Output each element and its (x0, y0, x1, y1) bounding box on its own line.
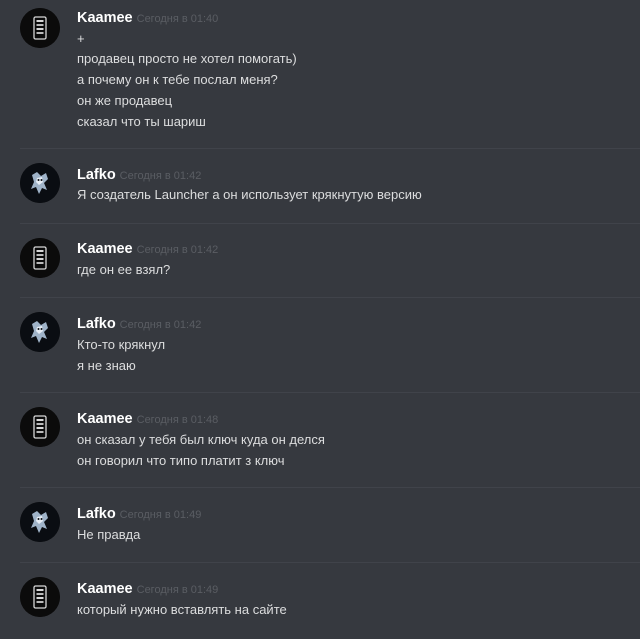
message-divider (20, 148, 640, 149)
lafko-avatar[interactable] (20, 312, 60, 352)
kaamee-avatar[interactable] (20, 8, 60, 48)
message-text: Кто-то крякнул (77, 337, 166, 352)
kaamee-avatar[interactable] (20, 238, 60, 278)
timestamp: Сегодня в 01:40 (136, 13, 219, 25)
message-divider (20, 297, 640, 298)
lafko-avatar[interactable] (20, 502, 60, 542)
message-divider (20, 562, 640, 563)
username[interactable]: Kaamee (77, 411, 133, 427)
message-text: + (77, 31, 85, 46)
timestamp: Сегодня в 01:49 (136, 584, 219, 596)
kaamee-avatar[interactable] (20, 407, 60, 447)
message-text: который нужно вставлять на сайте (77, 602, 287, 617)
message-text: он сказал у тебя был ключ куда он делся (77, 432, 325, 447)
kaamee-avatar[interactable] (20, 577, 60, 617)
timestamp: Сегодня в 01:42 (136, 244, 219, 256)
message-header: Lafko Сегодня в 01:42 (77, 315, 201, 335)
message-divider (20, 392, 640, 393)
message-header: Lafko Сегодня в 01:49 (77, 505, 201, 525)
lafko-avatar[interactable] (20, 163, 60, 203)
message-divider (20, 223, 640, 224)
message-header: Kaamee Сегодня в 01:48 (77, 410, 218, 430)
timestamp: Сегодня в 01:42 (119, 170, 202, 182)
message-text: он же продавец (77, 93, 173, 108)
message-header: Kaamee Сегодня в 01:40 (77, 9, 218, 29)
message-text: продавец просто не хотел помогать) (77, 51, 297, 66)
message-text: где он ее взял? (77, 262, 171, 277)
message-text: Я создатель Launcher а он использует кря… (77, 187, 422, 202)
message-text: а почему он к тебе послал меня? (77, 72, 278, 87)
username[interactable]: Kaamee (77, 241, 133, 257)
timestamp: Сегодня в 01:49 (119, 509, 202, 521)
message-text: Не правда (77, 527, 141, 542)
username[interactable]: Lafko (77, 167, 116, 183)
username[interactable]: Kaamee (77, 10, 133, 26)
username[interactable]: Lafko (77, 316, 116, 332)
message-text: я не знаю (77, 358, 136, 373)
message-text: сказал что ты шариш (77, 114, 206, 129)
username[interactable]: Kaamee (77, 581, 133, 597)
timestamp: Сегодня в 01:48 (136, 414, 219, 426)
message-header: Lafko Сегодня в 01:42 (77, 166, 201, 186)
message-divider (20, 487, 640, 488)
message-header: Kaamee Сегодня в 01:42 (77, 240, 218, 260)
chat-log: Kaamee Сегодня в 01:40 + продавец просто … (0, 0, 640, 639)
timestamp: Сегодня в 01:42 (119, 319, 202, 331)
message-text: он говорил что типо платит з ключ (77, 453, 285, 468)
username[interactable]: Lafko (77, 506, 116, 522)
message-header: Kaamee Сегодня в 01:49 (77, 580, 218, 600)
